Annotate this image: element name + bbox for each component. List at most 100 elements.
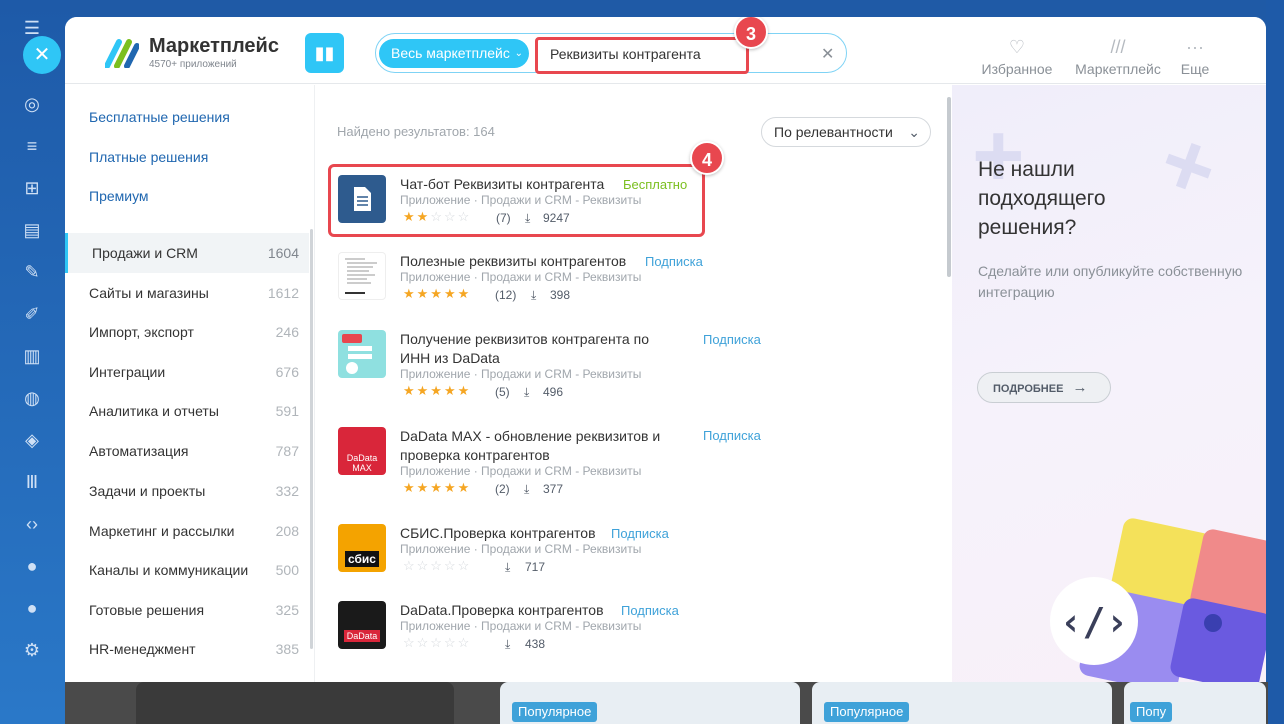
category-count: 1604: [267, 245, 299, 261]
category-sidebar: Бесплатные решения Платные решения Преми…: [65, 85, 314, 682]
popular-badge: Попу: [1130, 702, 1173, 722]
puzzle-illustration-icon: ‹/›: [1050, 518, 1266, 682]
search-scope-select[interactable]: Весь маркетплейс ⌄: [379, 39, 529, 68]
bg-nav-icon: ✐: [24, 304, 40, 324]
catalog-book-button[interactable]: ▮▮: [305, 33, 344, 73]
paid-solutions-link[interactable]: Платные решения: [89, 149, 208, 165]
category-count: 591: [275, 403, 299, 419]
app-card[interactable]: Полезные реквизиты контрагентов Подписка…: [327, 246, 707, 326]
learn-more-label: ПОДРОБНЕЕ: [993, 383, 1064, 395]
background-sidebar: ☰ ◎ ≡ ⊞ ▤ ✎ ✐ ▥ ◍ ◈ Ⅲ ‹› ● ● ⚙: [0, 0, 70, 724]
price-tag: Подписка: [703, 428, 761, 443]
category-count: 208: [275, 523, 299, 539]
rating-count: (2): [495, 482, 510, 496]
category-count: 332: [275, 483, 299, 499]
app-card[interactable]: сбис СБИС.Проверка контрагентов Подписка…: [327, 518, 707, 598]
price-tag: Подписка: [703, 332, 761, 347]
category-item[interactable]: Продажи и CRM 1604: [65, 233, 309, 273]
category-item[interactable]: Автоматизация 787: [65, 431, 309, 471]
category-label: Задачи и проекты: [89, 483, 206, 499]
marketplace-header: Маркетплейс 4570+ приложений ▮▮ Весь мар…: [65, 17, 1266, 84]
category-count: 500: [275, 562, 299, 578]
arrow-right-icon: →: [1072, 379, 1088, 396]
install-count: 438: [525, 637, 546, 651]
marketplace-icon: ///: [1110, 37, 1126, 57]
category-label: Маркетинг и рассылки: [89, 523, 235, 539]
price-tag: Подписка: [611, 526, 669, 541]
category-count: 325: [275, 602, 299, 618]
clear-search-icon[interactable]: ✕: [821, 44, 834, 64]
category-item[interactable]: Готовые решения 325: [65, 590, 309, 630]
category-item[interactable]: Импорт, экспорт 246: [65, 312, 309, 352]
category-item[interactable]: Сайты и магазины 1612: [65, 273, 309, 313]
learn-more-button[interactable]: ПОДРОБНЕЕ →: [977, 372, 1111, 403]
chevron-down-icon: ⌄: [908, 124, 920, 140]
more-label: Еще: [1180, 61, 1210, 77]
document-thumbnail-icon: [338, 252, 386, 300]
category-label: Интеграции: [89, 364, 166, 380]
results-scrollbar[interactable]: [947, 97, 951, 277]
search-input[interactable]: Реквизиты контрагента: [550, 46, 701, 62]
app-title: Получение реквизитов контрагента по ИНН …: [400, 331, 649, 366]
heart-icon: ♡: [1008, 37, 1026, 57]
app-meta: Приложение · Продажи и CRM - Реквизиты: [400, 367, 642, 381]
free-solutions-link[interactable]: Бесплатные решения: [89, 109, 230, 125]
category-item[interactable]: Интеграции 676: [65, 352, 309, 392]
marketplace-modal: Маркетплейс 4570+ приложений ▮▮ Весь мар…: [65, 17, 1266, 682]
category-label: Готовые решения: [89, 602, 205, 618]
app-title: DaData MAX - обновление реквизитов и про…: [400, 428, 661, 463]
app-meta: Приложение · Продажи и CRM - Реквизиты: [400, 464, 642, 478]
bg-nav-icon: ≡: [26, 136, 38, 156]
settings-icon: ⚙: [23, 640, 41, 660]
dadata-check-app-icon: DaData: [338, 601, 386, 649]
popular-badge: Популярное: [824, 702, 910, 722]
app-card[interactable]: DaData MAX DaData MAX - обновление рекви…: [327, 421, 761, 501]
dadata-app-icon: [338, 330, 386, 378]
category-item[interactable]: Каналы и коммуникации 500: [65, 550, 309, 590]
app-card[interactable]: DaData DaData.Проверка контрагентов Подп…: [327, 595, 707, 675]
install-count: 377: [543, 482, 564, 496]
sidebar-scrollbar[interactable]: [310, 229, 313, 649]
app-meta: Приложение · Продажи и CRM - Реквизиты: [400, 542, 642, 556]
bg-nav-icon: ▥: [23, 346, 41, 366]
marketplace-nav[interactable]: /// Маркетплейс: [1073, 37, 1163, 77]
price-tag: Подписка: [621, 603, 679, 618]
rating-stars: ★★★★★: [403, 383, 472, 398]
rating-stars: ☆☆☆☆☆: [403, 635, 472, 650]
marketplace-label: Маркетплейс: [1075, 61, 1161, 77]
sort-select[interactable]: По релевантности ⌄: [761, 117, 931, 147]
app-card[interactable]: Получение реквизитов контрагента по ИНН …: [327, 324, 761, 404]
category-count: 385: [275, 641, 299, 657]
category-item[interactable]: Маркетинг и рассылки 208: [65, 511, 309, 551]
category-count: 246: [275, 324, 299, 340]
category-item[interactable]: Задачи и проекты 332: [65, 471, 309, 511]
bg-nav-icon: ✎: [24, 262, 40, 282]
app-title: Полезные реквизиты контрагентов: [400, 253, 627, 269]
install-count: 398: [550, 288, 571, 302]
bg-nav-icon: ‹›: [26, 514, 38, 534]
category-count: 1612: [267, 285, 299, 301]
custom-solution-promo: + + Не нашли подходящего решения? Сделай…: [952, 85, 1266, 682]
download-icon: ⤓: [524, 385, 530, 399]
promo-heading: Не нашли подходящего решения?: [978, 158, 1106, 239]
more-nav[interactable]: ··· Еще: [1177, 37, 1213, 77]
category-item[interactable]: Аналитика и отчеты 591: [65, 391, 309, 431]
category-label: Продажи и CRM: [92, 245, 198, 261]
category-count: 676: [275, 364, 299, 380]
download-icon: ⤓: [505, 637, 511, 651]
book-icon: ▮▮: [314, 43, 335, 63]
sort-label: По релевантности: [774, 124, 893, 140]
popular-badge: Популярное: [512, 702, 598, 722]
bg-nav-icon: ◈: [25, 430, 39, 450]
promo-text: Сделайте или опубликуйте собственную инт…: [978, 263, 1243, 300]
marketplace-logo-icon: [105, 39, 139, 68]
favorites-nav[interactable]: ♡ Избранное: [979, 37, 1055, 77]
category-count: 787: [275, 443, 299, 459]
svg-text:‹/›: ‹/›: [1060, 600, 1129, 644]
app-meta: Приложение · Продажи и CRM - Реквизиты: [400, 619, 642, 633]
close-slider-button[interactable]: ✕: [23, 36, 61, 74]
category-item[interactable]: HR-менеджмент 385: [65, 629, 309, 669]
search-scope-label: Весь маркетплейс: [391, 45, 510, 61]
premium-link[interactable]: Премиум: [89, 188, 149, 204]
results-count: Найдено результатов: 164: [337, 124, 495, 139]
